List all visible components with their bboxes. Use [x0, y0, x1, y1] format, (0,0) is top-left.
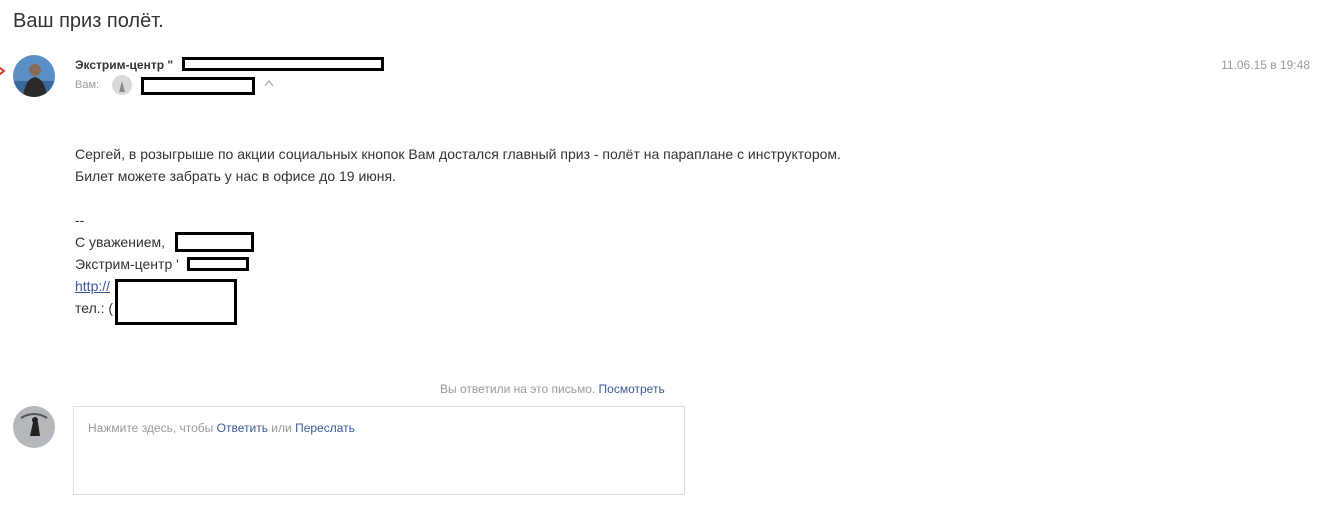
recipient-avatar[interactable] — [112, 75, 132, 95]
replied-text: Вы ответили на это письмо. — [440, 382, 596, 396]
signature-company: Экстрим-центр ' — [75, 256, 179, 272]
signature-link[interactable]: http:// — [75, 278, 110, 294]
reply-hint-or: или — [271, 421, 292, 435]
signature-separator: -- — [75, 212, 85, 228]
reply-hint-prefix: Нажмите здесь, чтобы — [88, 421, 214, 435]
reply-hint: Нажмите здесь, чтобы Ответить или Пересл… — [88, 421, 355, 435]
redacted-recipient-block — [141, 77, 255, 95]
my-avatar[interactable] — [13, 406, 55, 448]
reply-link[interactable]: Ответить — [217, 421, 268, 435]
message-line-1: Сергей, в розыгрыше по акции социальных … — [75, 146, 841, 162]
sender-avatar[interactable] — [13, 55, 55, 97]
redacted-name-block — [175, 232, 254, 252]
signature-phone: тел.: ( — [75, 300, 114, 316]
view-reply-link[interactable]: Посмотреть — [599, 382, 665, 396]
message-date: 11.06.15 в 19:48 — [1221, 58, 1310, 72]
redacted-sender-block — [182, 57, 384, 71]
quick-reply-box[interactable]: Нажмите здесь, чтобы Ответить или Пересл… — [73, 406, 685, 495]
flag-icon[interactable] — [0, 64, 6, 78]
sender-name[interactable]: Экстрим-центр " — [75, 58, 173, 72]
signature-regards: С уважением, — [75, 234, 166, 250]
to-label: Вам: — [75, 79, 100, 91]
redacted-contact-block — [115, 279, 237, 325]
message-line-2: Билет можете забрать у нас в офисе до 19… — [75, 168, 397, 184]
forward-link[interactable]: Переслать — [295, 421, 355, 435]
email-subject: Ваш приз полёт. — [13, 10, 164, 32]
redacted-company-block — [187, 257, 249, 271]
chevron-up-icon[interactable] — [264, 79, 274, 87]
replied-notice: Вы ответили на это письмо. Посмотреть — [440, 382, 665, 396]
